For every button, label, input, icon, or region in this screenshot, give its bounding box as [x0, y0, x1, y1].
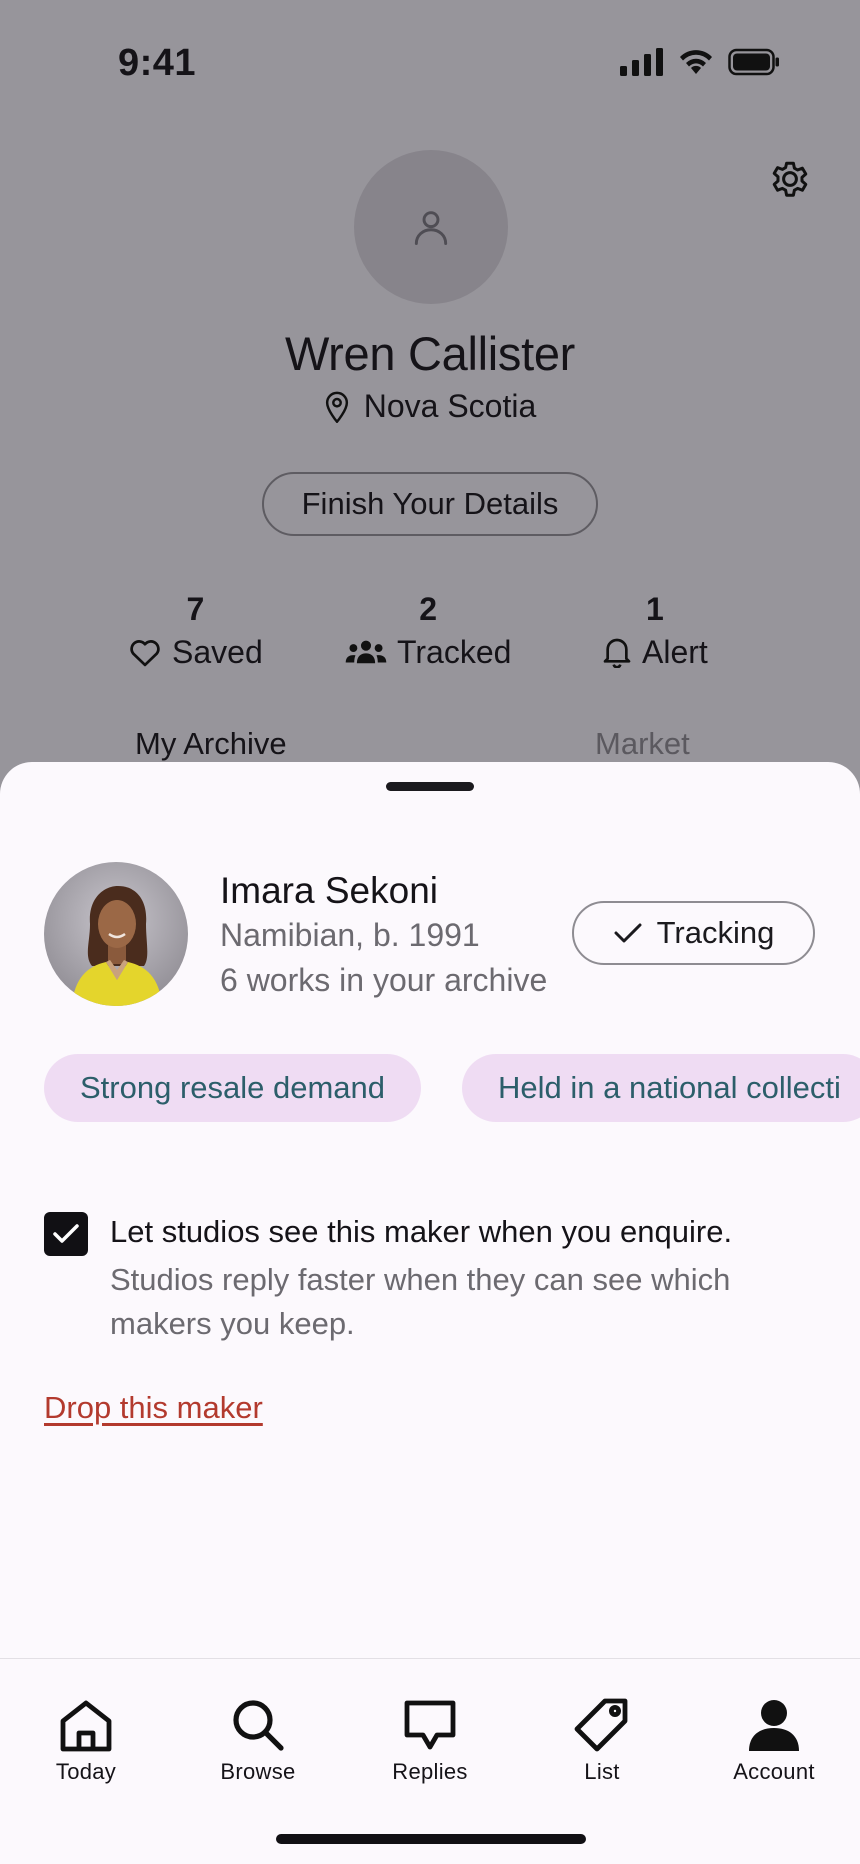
stat-saved[interactable]: 7 Saved [128, 590, 263, 674]
signal-icon [620, 48, 663, 76]
tab-account[interactable]: Account [704, 1697, 844, 1785]
tab-label: Replies [392, 1759, 468, 1784]
stat-tracked[interactable]: 2 Tracked [345, 590, 511, 674]
search-icon [233, 1700, 284, 1751]
maker-works-count: 6 works in your archive [220, 962, 548, 998]
chat-icon [404, 1700, 456, 1750]
consent-checkbox[interactable] [44, 1212, 88, 1256]
finish-details-button[interactable]: Finish Your Details [262, 472, 598, 536]
home-indicator [276, 1834, 586, 1844]
tracking-label: Tracking [656, 915, 775, 950]
home-icon [60, 1700, 112, 1752]
stat-label-row: Alert [602, 630, 708, 674]
stat-label: Saved [172, 634, 263, 670]
tracking-button[interactable]: Tracking [572, 901, 815, 965]
tab-bar: Today Browse Replies List Account [0, 1658, 860, 1864]
settings-button[interactable] [766, 155, 814, 203]
chip-national-collection[interactable]: Held in a national collecti [462, 1054, 860, 1122]
tab-market[interactable]: Market [595, 726, 690, 762]
stat-count: 7 [186, 591, 205, 627]
maker-photo [44, 862, 188, 1006]
status-bar: 9:41 [0, 0, 860, 120]
gear-icon [772, 161, 808, 197]
checkmark-icon [614, 923, 642, 943]
tab-today[interactable]: Today [16, 1697, 156, 1785]
tab-label: Today [55, 1759, 117, 1784]
stat-label: Tracked [397, 634, 512, 670]
people-icon [345, 640, 387, 664]
tab-browse[interactable]: Browse [188, 1697, 328, 1785]
drop-maker-link[interactable]: Drop this maker [44, 1390, 263, 1426]
chip-resale-demand[interactable]: Strong resale demand [44, 1054, 422, 1122]
consent-title: Let studios see this maker when you enqu… [110, 1214, 733, 1249]
status-time: 9:41 [118, 42, 197, 84]
consent-help-text: Studios reply faster when they can see w… [110, 1262, 731, 1341]
tab-label: Browse [220, 1759, 296, 1784]
stat-label-row: Tracked [345, 630, 511, 674]
maker-origin: Namibian, b. 1991 [220, 917, 480, 953]
heart-icon [130, 640, 160, 667]
battery-icon [728, 48, 779, 76]
tab-replies[interactable]: Replies [360, 1697, 500, 1785]
stat-count: 2 [419, 591, 438, 627]
tag-icon [574, 1698, 628, 1752]
tab-my-archive[interactable]: My Archive [135, 726, 287, 762]
stat-label-row: Saved [128, 630, 263, 674]
tab-label: List [584, 1759, 620, 1784]
tab-list[interactable]: List [532, 1697, 672, 1785]
profile-location: Nova Scotia [0, 388, 860, 425]
person-icon [749, 1700, 799, 1751]
checkmark-icon [53, 1224, 79, 1243]
location-pin-icon [325, 391, 348, 423]
tab-label: Account [733, 1759, 815, 1784]
bell-icon [603, 638, 631, 668]
sheet-handle[interactable] [386, 782, 474, 791]
profile-name: Wren Callister [284, 327, 576, 380]
stat-label: Alert [642, 634, 708, 670]
maker-name: Imara Sekoni [220, 870, 438, 911]
status-icons [620, 48, 780, 76]
avatar[interactable] [354, 150, 508, 304]
person-outline-icon [414, 211, 448, 245]
stat-count: 1 [646, 591, 664, 627]
stat-alert[interactable]: 1 Alert [602, 590, 708, 674]
location-text: Nova Scotia [363, 388, 537, 424]
wifi-icon [680, 50, 712, 74]
